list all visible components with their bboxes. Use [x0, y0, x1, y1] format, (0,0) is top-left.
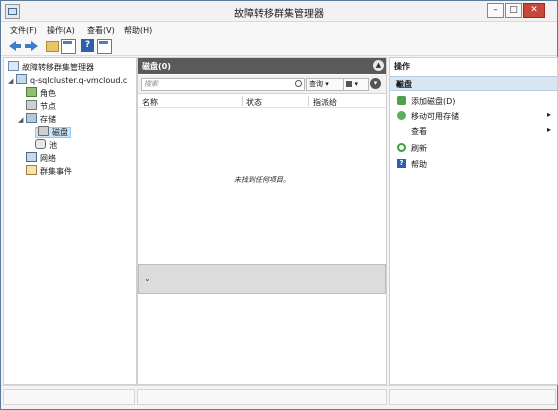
nodes-icon — [26, 100, 37, 110]
title-bar[interactable]: 故障转移群集管理器 – □ ✕ — [1, 1, 557, 22]
actions-title: 操作 — [394, 62, 410, 71]
cluster-manager-icon — [8, 61, 19, 71]
pool-icon — [35, 139, 46, 149]
column-divider[interactable] — [308, 96, 309, 106]
results-header: 磁盘(0) ▲ — [138, 58, 386, 74]
menu-file[interactable]: 文件(F) — [10, 25, 37, 36]
tree-cluster-label: q-sqlcluster.q-vmcloud.c — [30, 76, 128, 85]
cluster-icon — [16, 74, 27, 84]
cluster-events-icon — [26, 165, 37, 175]
tree-events[interactable]: 群集事件 — [26, 165, 72, 177]
tree-storage-label: 存储 — [40, 115, 56, 124]
action-refresh[interactable]: 刷新 — [390, 141, 557, 155]
tree-root-label: 故障转移群集管理器 — [22, 63, 94, 72]
disk-icon — [38, 126, 49, 136]
action-add-disk[interactable]: 添加磁盘(D) — [390, 94, 557, 108]
action-add-disk-label: 添加磁盘(D) — [411, 97, 456, 106]
column-status[interactable]: 状态 — [246, 97, 262, 108]
tree-roles[interactable]: 角色 — [26, 87, 56, 99]
action-move-storage[interactable]: 移动可用存储 ▸ — [390, 109, 557, 123]
storage-icon — [26, 113, 37, 123]
menu-bar: 文件(F) 操作(A) 查看(V) 帮助(H) — [1, 22, 557, 37]
tree-disks-label: 磁盘 — [52, 128, 68, 137]
tree-disks-selection: 磁盘 — [35, 126, 71, 138]
add-disk-icon — [397, 96, 406, 105]
query-button[interactable]: 查询 ▾ — [306, 78, 344, 91]
close-button[interactable]: ✕ — [523, 3, 545, 18]
empty-message: 未找到任何项目。 — [234, 176, 290, 184]
search-placeholder: 搜索 — [144, 80, 158, 88]
minimize-button[interactable]: – — [487, 3, 504, 18]
action-refresh-label: 刷新 — [411, 144, 427, 153]
tree-nodes[interactable]: 节点 — [26, 100, 56, 112]
collapse-triangle-icon[interactable]: ▲ — [396, 79, 553, 87]
help-icon: ? — [397, 159, 406, 168]
save-dropdown-arrow: ▾ — [354, 80, 358, 88]
tree-storage[interactable]: ◢ 存储 — [18, 113, 56, 125]
status-segment — [3, 389, 135, 405]
action-view[interactable]: 查看 ▸ — [390, 124, 557, 138]
action-help[interactable]: ? 帮助 — [390, 157, 557, 171]
move-storage-icon — [397, 111, 406, 120]
column-assigned-to[interactable]: 指派给 — [313, 97, 337, 108]
folder-icon[interactable] — [46, 41, 59, 52]
collapse-up-icon[interactable]: ▲ — [373, 60, 384, 71]
status-segment — [137, 389, 387, 405]
refresh-icon — [397, 143, 406, 152]
actions-section-disks[interactable]: 磁盘 ▲ — [390, 76, 557, 91]
action-move-storage-label: 移动可用存储 — [411, 112, 459, 121]
details-panel[interactable]: ⌄ — [138, 264, 386, 294]
actions-pane: 操作 磁盘 ▲ 添加磁盘(D) 移动可用存储 ▸ 查看 ▸ 刷新 ? 帮助 — [389, 57, 558, 385]
expand-details-icon[interactable]: ⌄ — [144, 274, 151, 283]
tree-networks[interactable]: 网络 — [26, 152, 56, 164]
column-divider[interactable] — [242, 96, 243, 106]
results-title: 磁盘(0) — [142, 62, 171, 71]
status-bar — [1, 385, 557, 408]
tree-roles-label: 角色 — [40, 89, 56, 98]
tree-pools-label: 池 — [49, 141, 57, 150]
search-icon[interactable] — [295, 80, 302, 87]
status-segment — [389, 389, 556, 405]
menu-action[interactable]: 操作(A) — [47, 25, 75, 36]
menu-help[interactable]: 帮助(H) — [124, 25, 152, 36]
network-icon — [26, 152, 37, 162]
app-window: 故障转移群集管理器 – □ ✕ 文件(F) 操作(A) 查看(V) 帮助(H) … — [0, 0, 558, 410]
tree-disks[interactable]: 磁盘 — [35, 126, 71, 138]
action-view-label: 查看 — [411, 127, 427, 136]
search-row: 搜索 查询 ▾ ▾ ▾ — [138, 75, 386, 94]
forward-icon[interactable] — [25, 39, 38, 52]
back-icon[interactable] — [9, 39, 22, 52]
roles-icon — [26, 87, 37, 97]
column-name[interactable]: 名称 — [142, 97, 158, 108]
toolbar: ? — [1, 37, 557, 56]
results-pane: 磁盘(0) ▲ 搜索 查询 ▾ ▾ ▾ 名称 状态 指派给 未找到任何项目。 ⌄ — [137, 57, 387, 385]
action-pane-icon[interactable] — [97, 39, 112, 54]
console-tree-icon[interactable] — [61, 39, 76, 54]
expand-down-icon[interactable]: ▾ — [370, 78, 381, 89]
help-icon[interactable]: ? — [81, 39, 94, 52]
search-input[interactable]: 搜索 — [141, 78, 305, 91]
column-headers: 名称 状态 指派给 — [138, 95, 386, 108]
submenu-arrow-icon: ▸ — [546, 125, 551, 134]
save-query-button[interactable]: ▾ — [343, 78, 369, 91]
collapse-arrow-icon[interactable]: ◢ — [8, 77, 16, 85]
maximize-button[interactable]: □ — [505, 3, 522, 18]
tree-pools[interactable]: 池 — [35, 139, 57, 151]
tree-events-label: 群集事件 — [40, 167, 72, 176]
action-help-label: 帮助 — [411, 160, 427, 169]
console-tree: 故障转移群集管理器 ◢ q-sqlcluster.q-vmcloud.c 角色 节… — [3, 57, 137, 385]
tree-root[interactable]: 故障转移群集管理器 — [8, 61, 94, 73]
tree-networks-label: 网络 — [40, 154, 56, 163]
window-title: 故障转移群集管理器 — [234, 9, 324, 20]
submenu-arrow-icon: ▸ — [546, 110, 551, 119]
tree-cluster[interactable]: ◢ q-sqlcluster.q-vmcloud.c — [8, 74, 127, 86]
collapse-arrow-icon[interactable]: ◢ — [18, 116, 26, 124]
menu-view[interactable]: 查看(V) — [87, 25, 115, 36]
query-label: 查询 — [309, 80, 323, 88]
tree-nodes-label: 节点 — [40, 102, 56, 111]
save-icon — [346, 81, 353, 87]
